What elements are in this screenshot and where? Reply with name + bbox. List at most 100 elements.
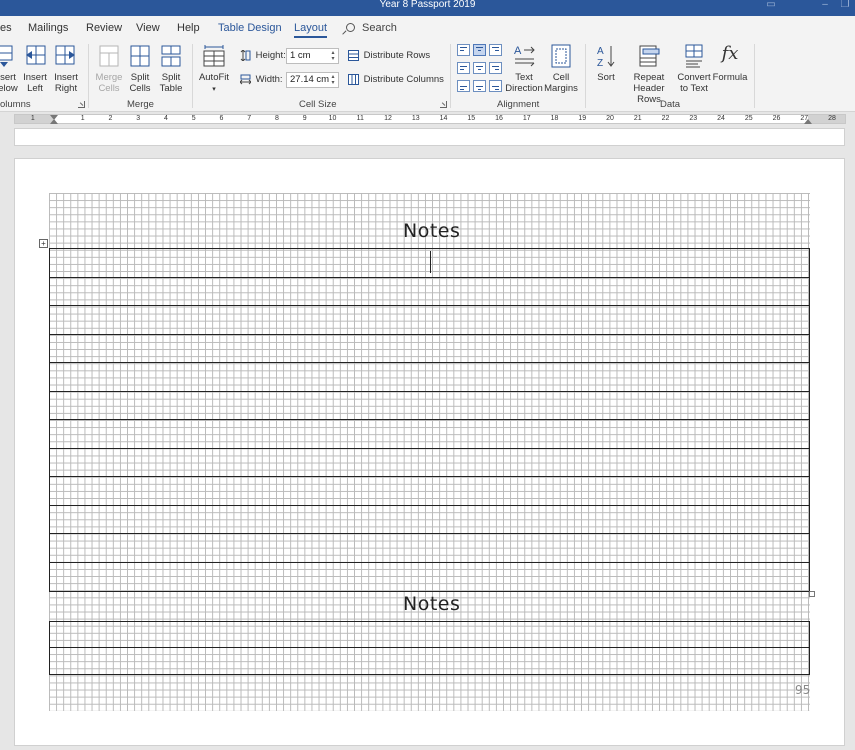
hanging-indent-marker[interactable] [50,119,58,124]
formula-icon: fx [721,43,739,64]
sort-button[interactable]: A Z Sort [592,43,620,83]
rows-columns-launcher-icon[interactable] [78,101,85,108]
align-bottom-left-button[interactable] [457,80,470,92]
distribute-columns-button[interactable]: Distribute Columns [348,74,444,85]
notes-table-bottom[interactable] [49,621,810,675]
table-row[interactable] [50,622,809,648]
group-divider [192,44,193,108]
table-row[interactable] [50,534,809,563]
right-indent-marker[interactable] [804,119,812,124]
ribbon: sert elow Insert Left Insert Right olumn… [0,40,855,112]
search-icon [346,23,355,32]
cell-margins-icon [551,44,571,68]
ruler-label: 8 [275,115,279,122]
table-row[interactable] [50,363,809,392]
svg-text:A: A [597,46,604,57]
align-center-right-button[interactable] [489,62,502,74]
table-row[interactable] [50,335,809,363]
ruler-label: 21 [633,115,642,122]
tab-references[interactable]: es [0,22,12,34]
tab-help[interactable]: Help [177,22,200,34]
title-bar: Year 8 Passport 2019 ▭ – ❐ [0,0,855,16]
horizontal-ruler[interactable]: 1 1 2 3 4 5 6 7 8 9 10 11 12 13 14 15 16 17 18 19 20 21 22 23 24… [14,114,846,124]
group-divider [88,44,89,108]
ruler-label: 10 [328,115,337,122]
ruler-label: 13 [411,115,420,122]
merge-cells-button[interactable]: Merge Cells [94,43,124,94]
split-table-button[interactable]: Split Table [157,43,185,94]
tab-mailings[interactable]: Mailings [28,22,68,34]
table-move-handle-icon[interactable]: + [39,239,48,248]
ruler-label: 28 [828,115,836,122]
table-row[interactable] [50,449,809,477]
ruler-label: 16 [495,115,503,122]
group-label-cell-size: Cell Size [299,99,337,110]
width-input[interactable]: 27.14 cm ▴ ▾ [286,72,339,88]
align-bottom-right-button[interactable] [489,80,502,92]
tab-view[interactable]: View [136,22,160,34]
insert-right-icon [55,45,75,65]
insert-right-button[interactable]: Insert Right [52,43,80,94]
search-box[interactable]: Search [346,22,397,34]
spinner-arrows-icon[interactable]: ▴ ▾ [330,50,336,62]
tab-table-design[interactable]: Table Design [218,22,282,34]
tab-review[interactable]: Review [86,22,122,34]
minimize-icon[interactable]: – [816,0,834,14]
group-divider [585,44,586,108]
table-row[interactable] [50,648,809,674]
formula-button[interactable]: fx Formula [712,43,748,83]
restore-icon[interactable]: ❐ [836,0,854,14]
row-height-icon [240,50,251,61]
autofit-icon [203,45,225,67]
cell-margins-button[interactable]: Cell Margins [543,43,579,94]
table-resize-handle[interactable] [809,591,815,597]
insert-below-button[interactable]: sert elow [0,43,18,94]
tab-layout[interactable]: Layout [294,22,328,38]
svg-text:A: A [514,45,522,57]
table-row[interactable] [50,392,809,420]
ruler-label: 1 [30,115,35,122]
convert-to-text-button[interactable]: Convert to Text [676,43,712,94]
align-bottom-center-button[interactable] [473,80,486,92]
table-row[interactable] [50,306,809,335]
ruler-label: 15 [467,115,476,122]
ruler-label: 17 [522,115,531,122]
search-label: Search [362,22,397,34]
table-row[interactable] [50,506,809,534]
table-row[interactable] [50,477,809,506]
notes-table-top[interactable] [49,248,810,592]
svg-text:Z: Z [597,58,603,69]
table-row[interactable] [50,420,809,449]
repeat-header-rows-button[interactable]: Repeat Header Rows [622,43,676,105]
align-top-center-button[interactable] [473,44,486,56]
cell-size-launcher-icon[interactable] [440,101,447,108]
align-top-right-button[interactable] [489,44,502,56]
ruler-label: 18 [550,115,559,122]
ruler-label: 1 [80,115,85,122]
spinner-arrows-icon[interactable]: ▴ ▾ [330,74,336,86]
align-top-left-button[interactable] [457,44,470,56]
align-center-left-button[interactable] [457,62,470,74]
ribbon-display-icon[interactable]: ▭ [762,0,780,14]
ruler-label: 9 [302,115,307,122]
table-row[interactable] [50,563,809,592]
text-direction-button[interactable]: A Text Direction [505,43,543,94]
split-cells-button[interactable]: Split Cells [126,43,154,94]
height-input[interactable]: 1 cm ▴ ▾ [286,48,339,64]
ruler-label: 22 [661,115,670,122]
autofit-button[interactable]: AutoFit ▾ [198,43,230,95]
align-center-button[interactable] [473,62,486,74]
distribute-rows-button[interactable]: Distribute Rows [348,50,430,61]
group-divider [450,44,451,108]
insert-left-button[interactable]: Insert Left [22,43,48,94]
group-divider [754,44,755,108]
convert-to-text-icon [685,44,703,68]
chevron-down-icon: ▾ [212,86,216,93]
ruler-label: 6 [219,115,224,122]
split-cells-icon [130,45,150,67]
group-label-merge: Merge [127,99,154,110]
text-cursor [430,251,431,273]
ruler-label: 7 [247,115,252,122]
column-width-icon [240,74,251,85]
table-row[interactable] [50,278,809,306]
